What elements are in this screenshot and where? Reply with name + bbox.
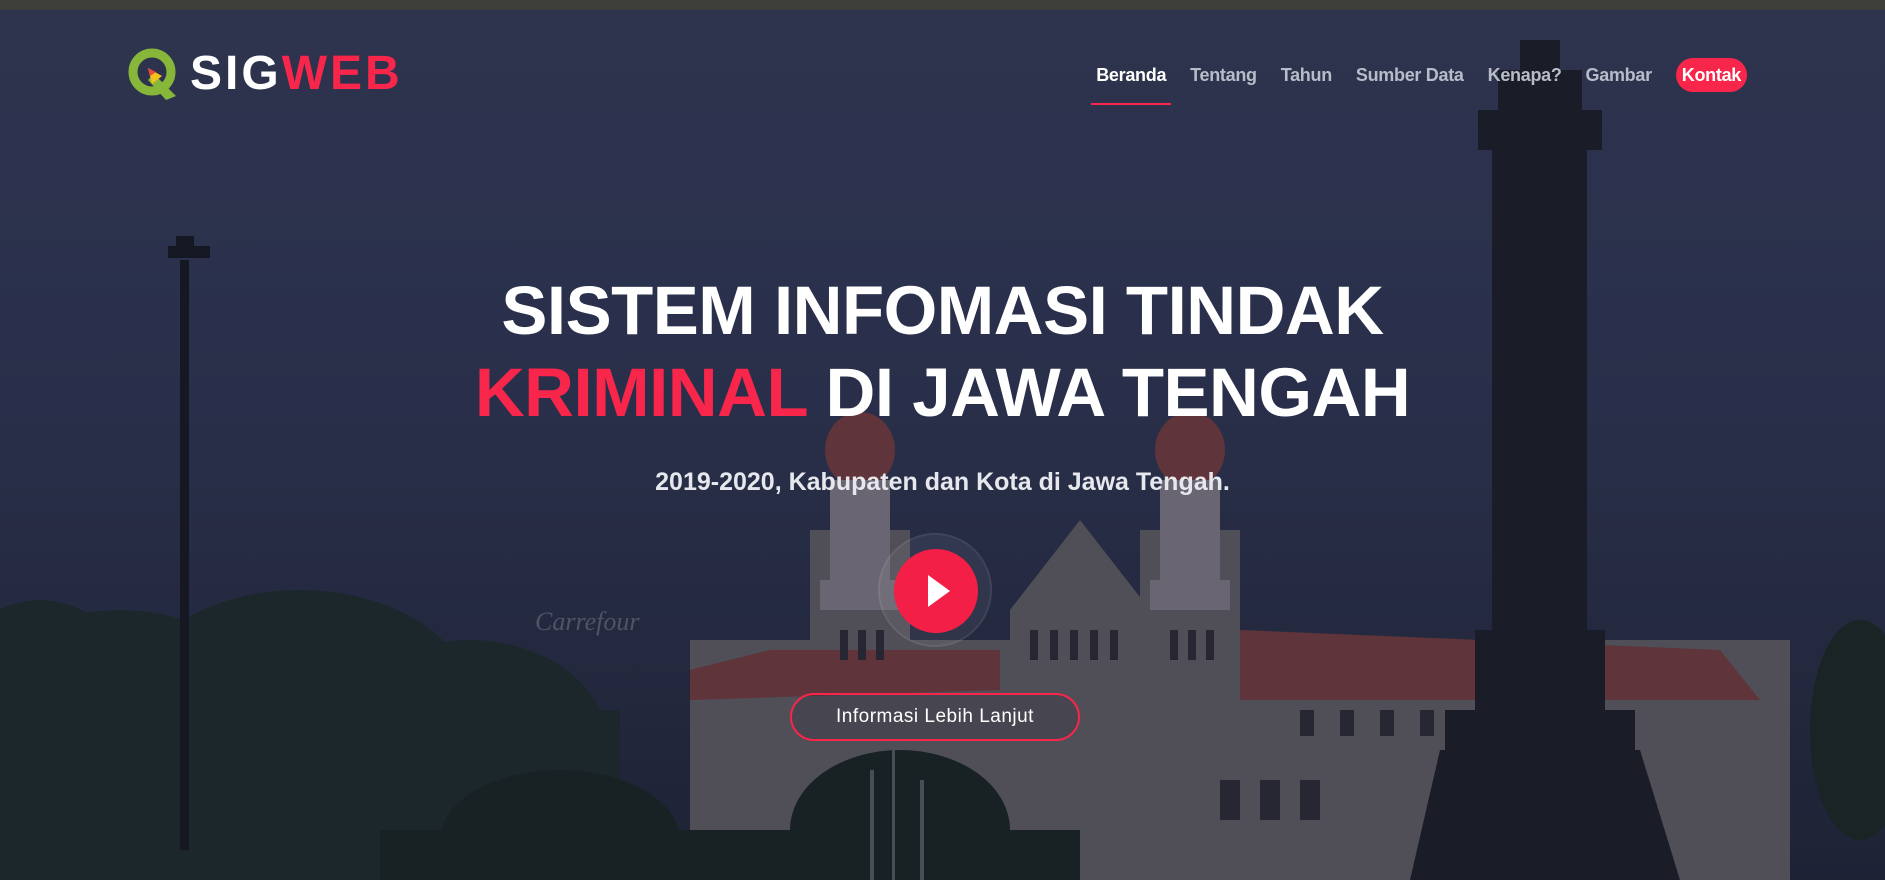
brand-q-icon: [128, 48, 176, 100]
nav-item-tahun[interactable]: Tahun: [1281, 58, 1332, 92]
hero-title: SISTEM INFOMASI TINDAK KRIMINAL DI JAWA …: [0, 270, 1885, 434]
nav-contact-button[interactable]: Kontak: [1675, 58, 1747, 92]
hero-subtitle: 2019-2020, Kabupaten dan Kota di Jawa Te…: [655, 468, 1230, 496]
top-strip: [0, 0, 1885, 10]
dark-overlay: [0, 10, 1885, 880]
main-nav: Beranda Tentang Tahun Sumber Data Kenapa…: [1072, 58, 1747, 105]
nav-item-gambar[interactable]: Gambar: [1586, 58, 1653, 92]
hero-title-accent: KRIMINAL: [474, 354, 808, 431]
hero-section: Carrefour SIGWEB Beranda Tentang Tahun S…: [0, 10, 1885, 880]
nav-item-sumber-data[interactable]: Sumber Data: [1356, 58, 1464, 92]
hero-title-line2: KRIMINAL DI JAWA TENGAH: [0, 352, 1885, 434]
play-video-button[interactable]: [894, 549, 978, 633]
more-info-button[interactable]: Informasi Lebih Lanjut: [790, 693, 1080, 741]
nav-item-beranda[interactable]: Beranda: [1091, 58, 1172, 105]
brand-logo[interactable]: SIGWEB: [126, 44, 403, 104]
hero-title-line1: SISTEM INFOMASI TINDAK: [501, 272, 1384, 349]
nav-item-kenapa[interactable]: Kenapa?: [1488, 58, 1562, 92]
brand-name-sig: SIG: [190, 47, 282, 100]
brand-name-web: WEB: [281, 47, 403, 100]
nav-item-tentang[interactable]: Tentang: [1190, 58, 1257, 92]
brand-name: SIGWEB: [190, 50, 403, 98]
hero-title-rest: DI JAWA TENGAH: [806, 354, 1411, 431]
play-icon: [928, 575, 950, 607]
